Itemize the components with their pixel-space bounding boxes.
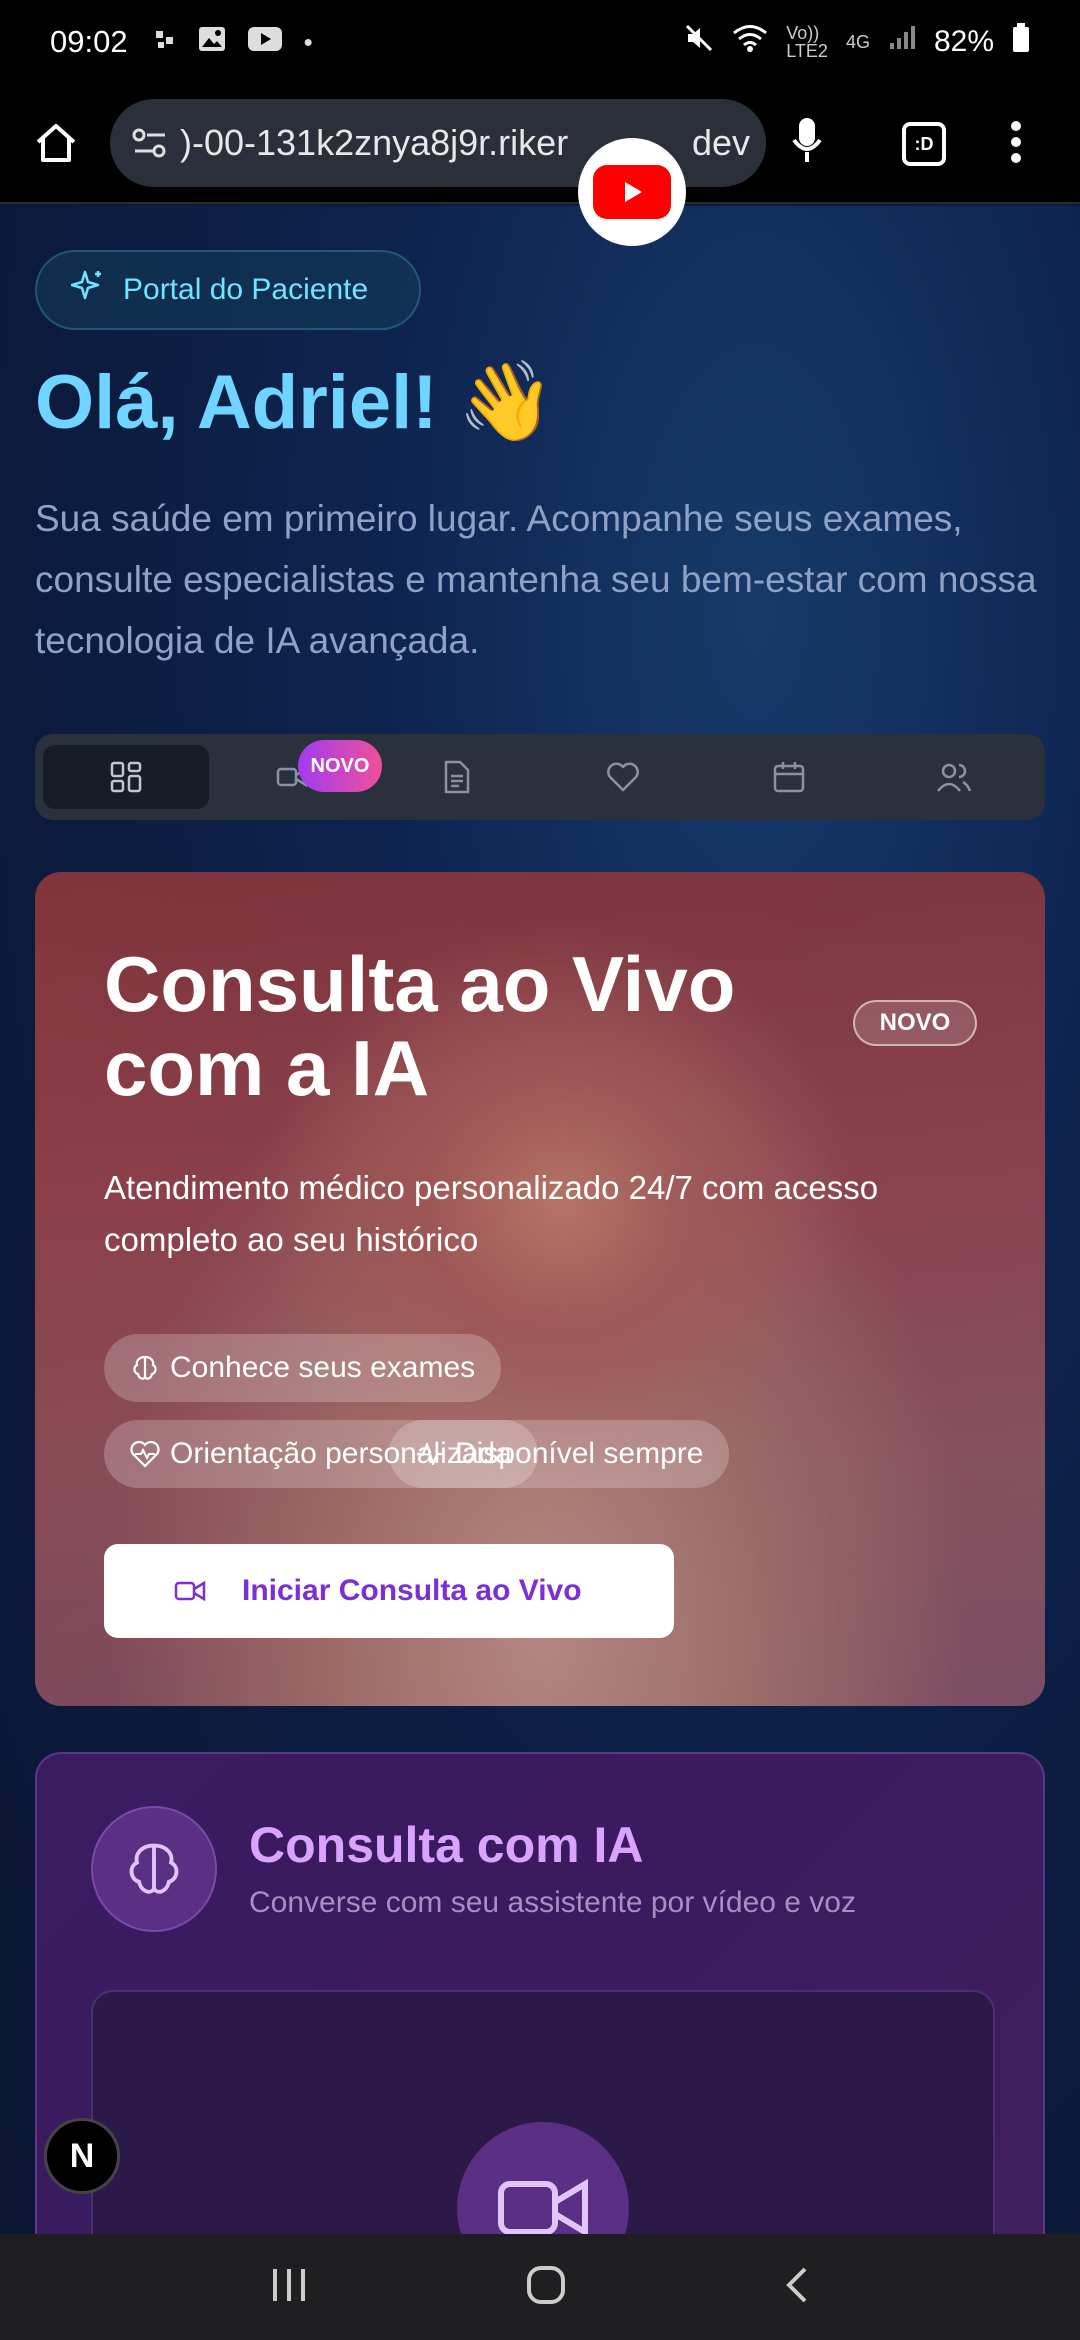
tab-new-badge: NOVO [298,740,382,792]
url-text: )-00-131k2znya8j9r.riker [180,122,569,163]
mic-icon[interactable] [790,114,824,175]
back-icon [786,2267,807,2302]
status-time: 09:02 [50,24,128,59]
new-tag: NOVO [853,1000,977,1046]
activity-icon [417,1442,443,1466]
battery-icon [1012,23,1030,61]
wifi-icon [732,24,768,60]
home-circle-icon [526,2265,565,2304]
start-live-consult-button[interactable]: Iniciar Consulta ao Vivo [104,1544,674,1638]
browser-toolbar: )-00-131k2znya8j9r.riker dev :D [0,84,1080,204]
home-nav-button[interactable] [526,2265,566,2310]
chip-exams-label: Conhece seus exames [170,1351,476,1384]
app-notification-icon [154,27,176,58]
intro-text: Sua saúde em primeiro lugar. Acompanhe s… [35,498,1037,661]
heart-icon [606,762,639,792]
menu-icon[interactable] [1010,120,1022,169]
tab-switcher-icon[interactable]: :D [902,122,946,166]
greeting-text: Olá, Adriel! [35,359,438,445]
sparkles-icon [70,269,105,311]
ai-consult-title: Consulta com IA [249,1817,644,1873]
back-button[interactable] [783,2265,811,2310]
users-icon [937,763,972,792]
chip-available-label: Disponível sempre [455,1437,704,1470]
network-4g: 4G [845,32,870,52]
document-icon [444,760,470,794]
live-consult-card[interactable]: Consulta ao Vivo com a IA NOVO Atendimen… [35,872,1045,1706]
status-bar: 09:02 • Vo)) LTE2 4G 82% [0,0,1080,84]
tab-health[interactable] [540,745,706,809]
live-consult-subtitle: Atendimento médico personalizado 24/7 co… [104,1169,879,1258]
video-camera-icon [498,2178,588,2234]
home-button[interactable] [28,115,84,171]
youtube-notification-icon [247,26,282,58]
ai-video-panel [91,1990,995,2234]
calendar-icon [773,762,804,793]
volte-bottom: LTE2 [786,41,828,61]
url-tail: dev [691,122,750,163]
portal-badge: Portal do Paciente [35,250,421,330]
section-tabs [35,734,1045,820]
next-dev-indicator[interactable]: N [44,2118,120,2194]
tab-documents[interactable] [374,745,540,809]
battery-percent: 82% [933,25,994,58]
more-dot-icon: • [303,26,313,57]
video-camera-icon [174,1580,206,1602]
live-consult-title: Consulta ao Vivo com a IA [104,940,736,1112]
youtube-icon [593,165,671,219]
brain-icon [129,1843,179,1894]
ai-consult-card: Consulta com IA Converse com seu assiste… [35,1752,1045,2234]
start-video-button[interactable] [457,2122,629,2234]
start-live-consult-label: Iniciar Consulta ao Vivo [242,1574,582,1607]
home-icon [36,124,76,162]
status-right: Vo)) LTE2 4G 82% [684,23,1030,61]
dashboard-icon [110,761,142,793]
gallery-icon [198,26,226,59]
site-settings-icon[interactable] [128,121,172,165]
portal-label: Portal do Paciente [123,273,369,306]
tab-users[interactable] [871,745,1037,809]
brain-icon [133,1355,157,1380]
ai-consult-subtitle: Converse com seu assistente por vídeo e … [249,1886,856,1919]
signal-icon [888,25,916,59]
chip-exams: Conhece seus exames [104,1334,502,1402]
ai-brain-badge [91,1806,217,1932]
waving-hand-icon: 👋 [457,357,555,445]
recents-icon [272,2268,305,2301]
tab-dashboard[interactable] [43,745,209,809]
greeting-heading: Olá, Adriel! 👋 [35,356,555,448]
youtube-floating-button[interactable] [578,138,686,246]
recent-apps-button[interactable] [269,2267,309,2308]
heart-pulse-icon [130,1440,160,1468]
volte-top: Vo)) [786,23,820,43]
chip-available: Disponível sempre [389,1420,730,1488]
notification-icons: • [154,26,313,59]
page-content: Portal do Paciente Olá, Adriel! 👋 Sua sa… [0,206,1080,2234]
mute-icon [684,23,714,61]
system-navigation-bar [0,2234,1080,2340]
volte-indicator: Vo)) LTE2 [786,24,828,60]
tab-calendar[interactable] [706,745,872,809]
